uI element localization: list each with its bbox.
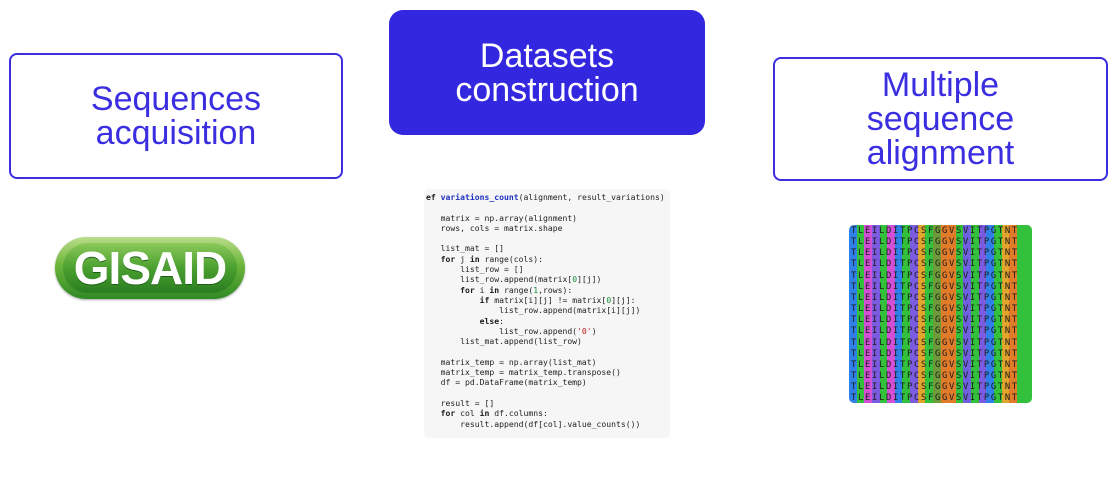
sequence-alignment-image: TLEILDITPCSFGGVSVITPGTNT TLEILDITPCSFGGV… <box>849 225 1032 403</box>
code-line: list_mat.append(list_row) <box>460 336 582 347</box>
code-line: list_row.append('0') <box>426 325 597 336</box>
code-line: for col in df.columns: <box>440 408 548 419</box>
code-line: list_mat = [] <box>440 243 504 254</box>
code-line: result = [] <box>440 397 495 408</box>
code-line: matrix = np.array(alignment) <box>440 212 578 223</box>
code-line: else: <box>479 315 504 326</box>
code-line: for i in range(1,rows): <box>460 284 573 295</box>
gisaid-logo-text: GISAID <box>73 242 227 294</box>
alignment-sequences: TLEILDITPCSFGGVSVITPGTNT TLEILDITPCSFGGV… <box>851 226 1019 403</box>
code-text: ef variations_count(alignment, result_va… <box>424 189 670 429</box>
code-line: matrix_temp = matrix_temp.transpose() <box>440 367 621 378</box>
code-line: result.append(df[col].value_counts()) <box>460 418 641 429</box>
code-line: if matrix[i][j] != matrix[0][j]: <box>479 294 636 305</box>
code-line: rows, cols = matrix.shape <box>440 222 563 233</box>
datasets-construction-box: Datasets construction <box>389 10 705 135</box>
code-line: df = pd.DataFrame(matrix_temp) <box>440 377 587 388</box>
gisaid-logo: GISAID <box>55 237 245 299</box>
code-line: matrix_temp = np.array(list_mat) <box>440 356 597 367</box>
code-line: list_row.append(matrix[i][j]) <box>499 305 641 316</box>
code-line: for j in range(cols): <box>440 253 543 264</box>
datasets-construction-label: Datasets construction <box>455 36 639 109</box>
sequences-acquisition-label: Sequences acquisition <box>90 80 262 152</box>
code-line: ef variations_count(alignment, result_va… <box>426 192 665 202</box>
multiple-sequence-alignment-box: Multiple sequence alignment <box>773 57 1108 181</box>
code-snippet: ef variations_count(alignment, result_va… <box>424 189 670 438</box>
code-line: list_row.append(matrix[0][j]) <box>426 274 602 285</box>
multiple-sequence-alignment-label: Multiple sequence alignment <box>866 66 1015 172</box>
code-line: list_row = [] <box>460 264 524 275</box>
alignment-column <box>1024 225 1032 403</box>
sequences-acquisition-box: Sequences acquisition <box>9 53 343 179</box>
